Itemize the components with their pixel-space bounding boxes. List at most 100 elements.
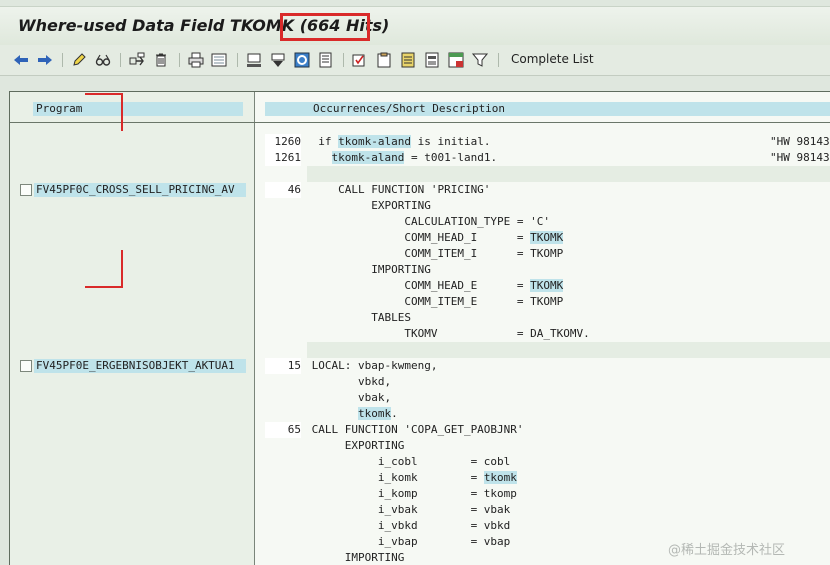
- glasses-icon[interactable]: [95, 52, 111, 68]
- code-line[interactable]: COMM_HEAD_E = TKOMK: [265, 278, 830, 294]
- export-icon[interactable]: [400, 52, 416, 68]
- search-hit[interactable]: tkomk: [483, 471, 517, 484]
- code-line[interactable]: IMPORTING: [265, 262, 830, 278]
- column-header-occurrences[interactable]: Occurrences/Short Description: [265, 102, 830, 116]
- code-line[interactable]: tkomk.: [265, 406, 830, 422]
- code-text: COMM_ITEM_I = TKOMP: [305, 246, 830, 262]
- line-number[interactable]: 15: [265, 358, 301, 374]
- filter-icon[interactable]: [472, 52, 488, 68]
- spreadsheet-icon[interactable]: [448, 52, 464, 68]
- complete-list-button[interactable]: Complete List: [511, 52, 594, 66]
- application-toolbar: Complete List: [0, 45, 830, 76]
- code-fragment: TABLES: [305, 311, 411, 324]
- hit-list-area: Program Occurrences/Short Description FV…: [9, 91, 830, 565]
- code-line[interactable]: EXPORTING: [265, 198, 830, 214]
- code-line[interactable]: CALCULATION_TYPE = 'C': [265, 214, 830, 230]
- code-text: COMM_HEAD_E = TKOMK: [305, 278, 830, 294]
- search-hit[interactable]: tkomk: [357, 407, 392, 420]
- clipboard-icon[interactable]: [376, 52, 392, 68]
- where-used-icon[interactable]: [129, 52, 145, 68]
- program-name[interactable]: FV45PF0C_CROSS_SELL_PRICING_AV: [34, 183, 246, 197]
- column-header-program[interactable]: Program: [33, 102, 243, 116]
- code-fragment: vbak,: [305, 391, 392, 404]
- annotation-mark: [85, 93, 123, 95]
- print-icon[interactable]: [188, 52, 204, 68]
- code-fragment: [305, 407, 358, 420]
- code-fragment: IMPORTING: [305, 263, 431, 276]
- refresh-icon[interactable]: [294, 52, 310, 68]
- code-text: COMM_ITEM_E = TKOMP: [305, 294, 830, 310]
- code-line[interactable]: 46 CALL FUNCTION 'PRICING': [265, 182, 830, 198]
- find-next-icon[interactable]: [270, 52, 286, 68]
- program-name[interactable]: FV45PF0E_ERGEBNISOBJEKT_AKTUA1: [34, 359, 246, 373]
- code-text: tkomk.: [305, 406, 830, 422]
- code-line[interactable]: 65 CALL FUNCTION 'COPA_GET_PAOBJNR': [265, 422, 830, 438]
- code-fragment: EXPORTING: [305, 439, 405, 452]
- code-line[interactable]: 15 LOCAL: vbap-kwmeng,: [265, 358, 830, 374]
- group-separator: [307, 166, 830, 182]
- code-text: LOCAL: vbap-kwmeng,: [305, 358, 830, 374]
- code-line[interactable]: i_cobl = cobl: [265, 454, 830, 470]
- code-fragment: COMM_HEAD_E =: [305, 279, 531, 292]
- code-line[interactable]: vbak,: [265, 390, 830, 406]
- code-line[interactable]: EXPORTING: [265, 438, 830, 454]
- code-fragment: is initial.: [410, 135, 491, 148]
- program-column-panel: [10, 92, 255, 565]
- back-arrow-icon[interactable]: [13, 52, 29, 68]
- code-line[interactable]: i_komk = tkomk: [265, 470, 830, 486]
- annotation-mark: [121, 250, 123, 288]
- search-hit[interactable]: TKOMK: [530, 231, 564, 244]
- title-bar: Where-used Data Field TKOMK (664 Hits): [0, 6, 830, 46]
- code-line[interactable]: COMM_ITEM_E = TKOMP: [265, 294, 830, 310]
- code-line[interactable]: vbkd,: [265, 374, 830, 390]
- code-fragment: LOCAL: vbap-kwmeng,: [305, 359, 438, 372]
- code-text: EXPORTING: [305, 198, 830, 214]
- code-fragment: vbkd,: [305, 375, 392, 388]
- line-number[interactable]: 1261: [265, 150, 301, 166]
- search-hit[interactable]: tkomk-aland: [338, 135, 411, 148]
- list-icon[interactable]: [211, 52, 227, 68]
- code-line[interactable]: i_komp = tkomp: [265, 486, 830, 502]
- code-text: COMM_HEAD_I = TKOMK: [305, 230, 830, 246]
- line-number[interactable]: 46: [265, 182, 301, 198]
- layout-icon[interactable]: [424, 52, 440, 68]
- code-text: TABLES: [305, 310, 830, 326]
- search-hit[interactable]: TKOMK: [530, 279, 564, 292]
- code-line[interactable]: 1260 if tkomk-aland is initial. "HW 98143: [265, 134, 830, 150]
- forward-arrow-icon[interactable]: [37, 52, 53, 68]
- code-line[interactable]: 1261 tkomk-aland = t001-land1. "HW 98143: [265, 150, 830, 166]
- code-text: i_vbkd = vbkd: [305, 518, 830, 534]
- code-line[interactable]: i_vbkd = vbkd: [265, 518, 830, 534]
- line-number[interactable]: 1260: [265, 134, 301, 150]
- annotation-mark: [85, 286, 123, 288]
- select-icon[interactable]: [352, 52, 368, 68]
- code-text: CALCULATION_TYPE = 'C': [305, 214, 830, 230]
- search-hit[interactable]: tkomk-aland: [331, 151, 405, 164]
- line-number[interactable]: 65: [265, 422, 301, 438]
- doc-icon[interactable]: [318, 52, 334, 68]
- code-comment: "HW 98143: [770, 135, 830, 148]
- code-fragment: i_komp = tkomp: [305, 487, 517, 500]
- group-separator: [307, 342, 830, 358]
- code-line[interactable]: COMM_HEAD_I = TKOMK: [265, 230, 830, 246]
- code-fragment: COMM_ITEM_I = TKOMP: [305, 247, 564, 260]
- code-line[interactable]: TABLES: [265, 310, 830, 326]
- code-fragment: EXPORTING: [305, 199, 431, 212]
- hits-annotation-box: [280, 13, 370, 41]
- code-fragment: if: [305, 135, 339, 148]
- pencil-icon[interactable]: [71, 52, 87, 68]
- code-line[interactable]: i_vbak = vbak: [265, 502, 830, 518]
- code-text: i_komk = tkomk: [305, 470, 830, 486]
- program-checkbox[interactable]: [20, 360, 32, 372]
- trash-icon[interactable]: [153, 52, 169, 68]
- code-line[interactable]: TKOMV = DA_TKOMV.: [265, 326, 830, 342]
- find-icon[interactable]: [246, 52, 262, 68]
- code-text: CALL FUNCTION 'COPA_GET_PAOBJNR': [305, 422, 830, 438]
- code-fragment: [305, 151, 332, 164]
- code-line[interactable]: COMM_ITEM_I = TKOMP: [265, 246, 830, 262]
- code-text: CALL FUNCTION 'PRICING': [305, 182, 830, 198]
- code-fragment: i_komk =: [305, 471, 484, 484]
- code-text: TKOMV = DA_TKOMV.: [305, 326, 830, 342]
- program-checkbox[interactable]: [20, 184, 32, 196]
- code-fragment: CALL FUNCTION 'COPA_GET_PAOBJNR': [305, 423, 524, 436]
